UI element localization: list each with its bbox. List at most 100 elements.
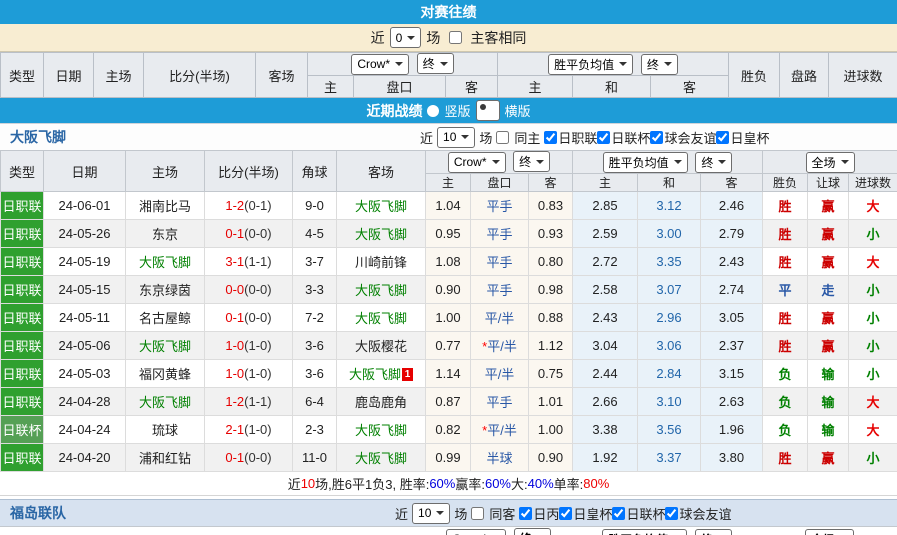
team2-filter: 近 10 场 同客 日丙日皇杯日联杯球会友谊	[395, 503, 731, 524]
home-team-cell: 湘南比马	[126, 192, 205, 220]
team1-scope-select[interactable]: 全场	[806, 152, 855, 173]
team1-europe-time-select[interactable]: 终	[695, 152, 732, 173]
team1-league-filter[interactable]: 日职联	[544, 128, 597, 147]
match-date-cell: 24-04-20	[44, 444, 126, 472]
euro-away-odds-cell: 2.63	[701, 388, 763, 416]
asia-home-odds-cell: 0.95	[426, 220, 471, 248]
col-home: 主场	[126, 151, 205, 192]
asia-away-odds-cell: 0.83	[529, 192, 573, 220]
team2-league-filter[interactable]: 日丙	[519, 504, 559, 523]
chevron-down-icon	[395, 62, 403, 66]
team1-europe-select[interactable]: 胜平负均值	[603, 152, 688, 173]
goals-result-cell: 大	[849, 192, 897, 220]
league-label: 日联杯	[626, 504, 665, 523]
team1-bookmaker-select[interactable]: Crow*	[448, 152, 506, 173]
league-checkbox[interactable]	[559, 507, 572, 520]
score-cell: 3-1(1-1)	[205, 248, 293, 276]
same-home-away-checkbox[interactable]	[449, 31, 462, 44]
h2h-recent-count-select[interactable]: 0	[390, 27, 422, 48]
col-asia-away: 客	[529, 174, 573, 192]
team1-same-home-checkbox[interactable]	[496, 131, 509, 144]
chevron-down-icon	[674, 160, 682, 164]
summary-segment: 场,胜6平1负3, 胜率:	[315, 474, 429, 493]
corner-cell: 2-3	[293, 416, 337, 444]
odds-time-value: 终	[519, 153, 531, 170]
team2-same-away-label: 同客	[489, 504, 515, 523]
match-row: 日职联24-06-01湘南比马1-2(0-1)9-0大阪飞脚1.04平手0.83…	[1, 192, 897, 220]
home-team-cell[interactable]: 大阪飞脚	[126, 248, 205, 276]
league-checkbox[interactable]	[665, 507, 678, 520]
europe-time-value: 终	[701, 531, 713, 535]
league-checkbox[interactable]	[544, 131, 557, 144]
team2-scope-select[interactable]: 全场	[805, 529, 854, 535]
away-team-cell[interactable]: 大阪飞脚	[337, 276, 426, 304]
league-checkbox[interactable]	[519, 507, 532, 520]
summary-segment: 赢率:	[455, 474, 485, 493]
away-team-cell[interactable]: 大阪飞脚	[337, 304, 426, 332]
home-team-cell: 琉球	[126, 416, 205, 444]
euro-draw-odds-cell: 3.06	[638, 332, 701, 360]
team2-recent-count-value: 10	[418, 506, 431, 520]
h2h-europe-time-select[interactable]: 终	[641, 54, 678, 75]
recent-results-bar: 近期战绩 竖版 横版	[0, 98, 897, 123]
summary-segment: 60%	[485, 476, 511, 491]
h2h-bookmaker-select[interactable]: Crow*	[351, 54, 409, 75]
euro-away-odds-cell: 2.43	[701, 248, 763, 276]
col-result: 胜负	[763, 174, 808, 192]
team2-name-link[interactable]: 福岛联队	[10, 503, 66, 523]
team1-league-filter[interactable]: 日皇杯	[716, 128, 769, 147]
team2-odds-time-select[interactable]: 终	[514, 528, 551, 535]
asia-home-odds-cell: 0.90	[426, 276, 471, 304]
league-checkbox[interactable]	[716, 131, 729, 144]
home-team-cell[interactable]: 大阪飞脚	[126, 332, 205, 360]
vertical-layout-radio[interactable]	[427, 105, 439, 117]
europe-time-value: 终	[647, 56, 659, 73]
match-type-cell: 日职联	[1, 332, 44, 360]
h2h-odds-time-select[interactable]: 终	[417, 53, 454, 74]
home-team-cell: 浦和红钻	[126, 444, 205, 472]
col-date	[43, 527, 125, 535]
team1-league-filter[interactable]: 日联杯	[597, 128, 650, 147]
asia-home-odds-cell: 0.77	[426, 332, 471, 360]
chevron-down-icon	[664, 62, 672, 66]
match-row: 日职联24-05-03福冈黄蜂1-0(1-0)3-6大阪飞脚11.14平/半0.…	[1, 360, 897, 388]
horizontal-layout-radio[interactable]	[476, 100, 500, 121]
league-label: 日联杯	[611, 128, 650, 147]
league-checkbox[interactable]	[597, 131, 610, 144]
corner-cell: 7-2	[293, 304, 337, 332]
league-checkbox[interactable]	[612, 507, 625, 520]
asia-handicap-cell: 平/半	[471, 360, 529, 388]
match-date-cell: 24-05-19	[44, 248, 126, 276]
summary-segment: 单率:	[554, 474, 584, 493]
away-team-cell[interactable]: 大阪飞脚	[337, 444, 426, 472]
match-date-cell: 24-05-03	[44, 360, 126, 388]
away-team-cell[interactable]: 大阪飞脚1	[337, 360, 426, 388]
match-type-cell: 日职联	[1, 444, 44, 472]
team1-rows: 日职联24-06-01湘南比马1-2(0-1)9-0大阪飞脚1.04平手0.83…	[1, 192, 897, 472]
team1-odds-time-select[interactable]: 终	[513, 151, 550, 172]
league-checkbox[interactable]	[650, 131, 663, 144]
euro-draw-odds-cell: 3.10	[638, 388, 701, 416]
team2-bookmaker-select[interactable]: Crow*	[446, 529, 506, 535]
team1-name-link[interactable]: 大阪飞脚	[10, 127, 66, 147]
match-result-cell: 胜	[763, 220, 808, 248]
away-team-cell[interactable]: 大阪飞脚	[337, 192, 426, 220]
europe-odds-group: 胜平负均值 终	[572, 527, 762, 535]
h2h-europe-select[interactable]: 胜平负均值	[548, 54, 633, 75]
team2-league-filter[interactable]: 日联杯	[612, 504, 665, 523]
euro-home-odds-cell: 3.04	[573, 332, 638, 360]
goals-result-cell: 大	[849, 248, 897, 276]
team2-europe-select[interactable]: 胜平负均值	[602, 529, 687, 535]
team2-europe-time-select[interactable]: 终	[695, 529, 732, 535]
away-team-cell[interactable]: 大阪飞脚	[337, 416, 426, 444]
match-type-cell: 日职联	[1, 220, 44, 248]
team2-same-away-checkbox[interactable]	[471, 507, 484, 520]
euro-draw-odds-cell: 3.07	[638, 276, 701, 304]
team2-league-filter[interactable]: 球会友谊	[665, 504, 731, 523]
away-team-cell[interactable]: 大阪飞脚	[337, 220, 426, 248]
team1-recent-count-select[interactable]: 10	[437, 127, 475, 148]
home-team-cell[interactable]: 大阪飞脚	[126, 388, 205, 416]
team2-league-filter[interactable]: 日皇杯	[559, 504, 612, 523]
team1-league-filter[interactable]: 球会友谊	[650, 128, 716, 147]
team2-recent-count-select[interactable]: 10	[412, 503, 450, 524]
